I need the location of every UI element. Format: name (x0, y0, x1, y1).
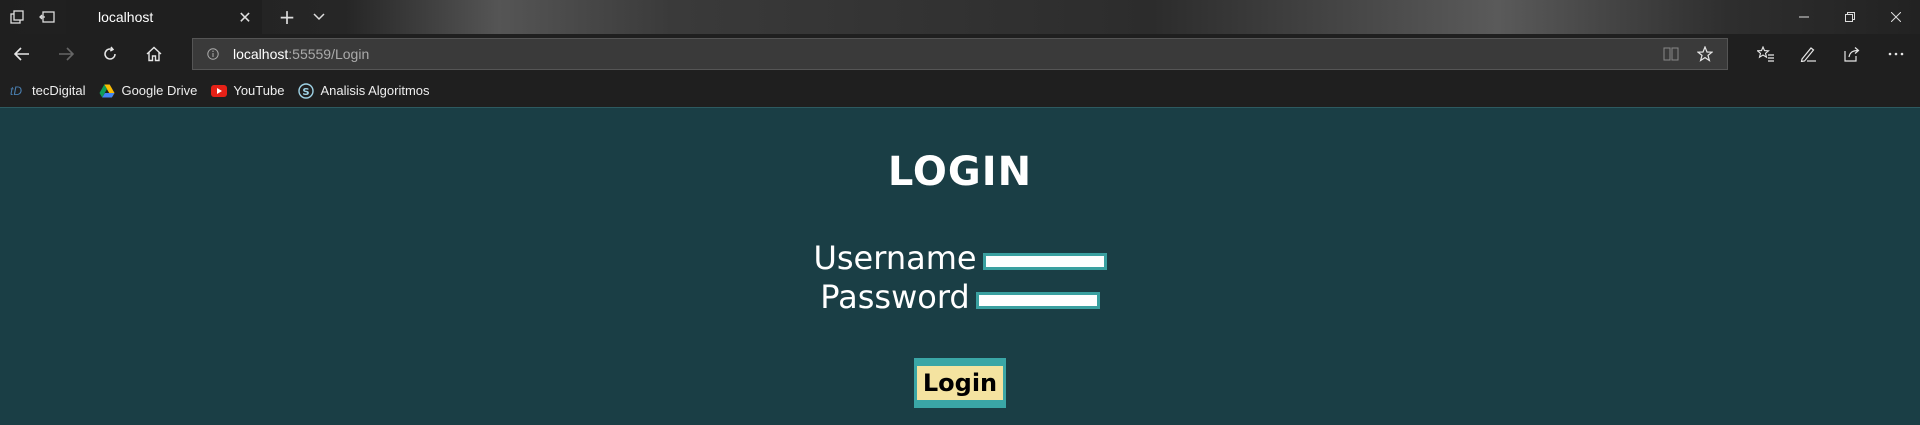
favorite-analisis-algoritmos[interactable]: S Analisis Algoritmos IC (298, 82, 432, 99)
favorite-google-drive[interactable]: Google Drive (99, 83, 197, 99)
restore-icon[interactable] (1827, 0, 1873, 34)
favorites-bar: tD tecDigital Google Drive YouTube S Ana… (0, 74, 1920, 108)
address-bar[interactable]: localhost:55559/Login (192, 38, 1728, 70)
favorite-label: Analisis Algoritmos IC (320, 83, 432, 98)
favorite-star-icon[interactable] (1689, 39, 1721, 69)
home-icon[interactable] (134, 34, 174, 74)
youtube-icon (211, 83, 228, 99)
favorite-label: tecDigital (32, 83, 86, 98)
back-arrow-icon[interactable] (2, 34, 42, 74)
svg-text:S: S (303, 87, 310, 98)
forward-arrow-icon[interactable] (46, 34, 86, 74)
favorite-label-clip: Analisis Algoritmos IC (320, 83, 432, 98)
pen-notes-icon[interactable] (1788, 34, 1828, 74)
more-menu-icon[interactable] (1876, 34, 1916, 74)
password-input[interactable] (975, 292, 1100, 309)
url-path: :55559/Login (288, 46, 370, 62)
username-row: Username (0, 240, 1920, 276)
favorite-label: Google Drive (121, 83, 198, 98)
navigation-bar: localhost:55559/Login (0, 34, 1920, 74)
favorite-tecdigital[interactable]: tD tecDigital (6, 83, 85, 99)
tab-actions-icon[interactable] (2, 0, 32, 34)
share-icon[interactable] (1832, 34, 1872, 74)
site-info-icon[interactable] (193, 48, 233, 60)
login-page: LOGIN Username Password Login (0, 109, 1920, 425)
new-tab-icon[interactable]: + (272, 0, 302, 34)
tecdigital-icon: tD (10, 83, 22, 98)
reading-view-icon[interactable] (1655, 39, 1687, 69)
favorite-label: YouTube (233, 83, 285, 98)
close-tab-icon[interactable]: ✕ (234, 0, 256, 34)
username-input[interactable] (982, 253, 1107, 270)
tab-title: localhost (98, 9, 154, 25)
s-logo-icon: S (298, 82, 315, 99)
login-button-label: Login (916, 366, 1004, 400)
refresh-icon[interactable] (90, 34, 130, 74)
set-tabs-aside-icon[interactable] (32, 0, 62, 34)
password-row: Password (0, 279, 1920, 315)
minimize-icon[interactable] (1781, 0, 1827, 34)
login-button[interactable]: Login (914, 358, 1006, 408)
chevron-down-icon[interactable] (304, 0, 334, 34)
tab-localhost[interactable]: localhost ✕ (66, 0, 262, 34)
close-window-icon[interactable] (1873, 0, 1919, 34)
title-bar: localhost ✕ + (0, 0, 1920, 34)
favorites-hub-icon[interactable] (1746, 34, 1786, 74)
favorite-youtube[interactable]: YouTube (211, 83, 284, 99)
password-label: Password (820, 278, 970, 316)
page-title: LOGIN (887, 149, 1033, 195)
username-label: Username (813, 239, 977, 277)
google-drive-icon (99, 83, 115, 99)
url-host: localhost (233, 46, 289, 62)
